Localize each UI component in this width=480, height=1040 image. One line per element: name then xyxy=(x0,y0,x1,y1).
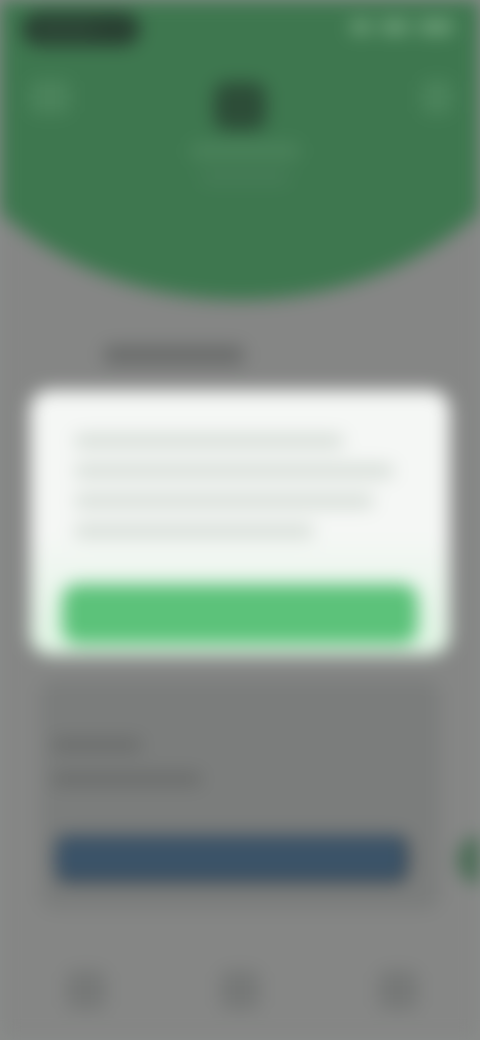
confirm-button[interactable] xyxy=(62,584,418,644)
dialog-message-text xyxy=(74,428,404,558)
dialog-message xyxy=(74,428,404,558)
alert-dialog xyxy=(30,390,450,655)
app-screen xyxy=(0,0,480,1040)
